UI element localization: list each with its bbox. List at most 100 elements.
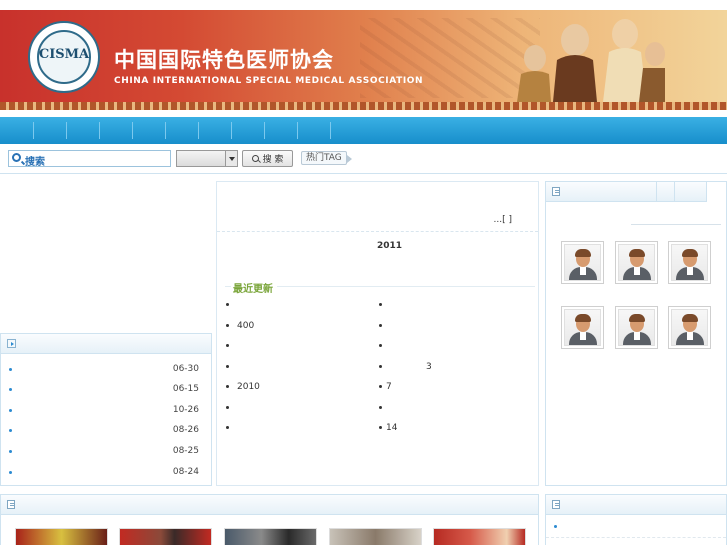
recent-item[interactable]: 2010: [226, 382, 260, 396]
news-date: 10-26: [172, 405, 199, 415]
divider: [225, 286, 231, 287]
recent-item[interactable]: [379, 300, 390, 314]
category-select[interactable]: [176, 150, 238, 167]
member-avatar[interactable]: [561, 306, 604, 349]
thumbnail-image: [330, 529, 421, 545]
recent-item[interactable]: [226, 300, 237, 314]
bullet-icon: [226, 365, 229, 368]
search-button-label: 搜 索: [262, 155, 284, 165]
recent-item-text: 7: [386, 382, 392, 392]
chevron-down-icon[interactable]: [225, 151, 237, 166]
bullet-icon: [379, 426, 382, 429]
center-content-panel: ...[ ] 2011 最近更新 400 2010 3 7 14: [216, 181, 539, 486]
bullet-icon: [9, 471, 12, 474]
hot-tag-link[interactable]: 热门TAG: [301, 151, 352, 165]
tab-1[interactable]: [656, 182, 674, 202]
recent-item-text: 3: [426, 362, 432, 372]
recent-item[interactable]: [226, 403, 237, 417]
bullet-icon: [9, 388, 12, 391]
news-item[interactable]: 06-30: [1, 360, 211, 378]
recent-item[interactable]: 7: [379, 382, 392, 396]
gallery-thumbnail[interactable]: [119, 528, 212, 545]
nav-separator: [33, 122, 34, 139]
avatar-hair: [629, 249, 645, 257]
bullet-icon: [226, 344, 229, 347]
recent-item-text: 2010: [237, 382, 260, 392]
left-column: 06-30 06-15 10-26 08-26 08-25 08-24: [0, 180, 212, 486]
avatar-hair: [575, 249, 591, 257]
avatar-frame: [618, 244, 655, 281]
member-avatar[interactable]: [561, 241, 604, 284]
bullet-icon: [9, 368, 12, 371]
thumbnail-image: [434, 529, 525, 545]
search-input-label: 搜索: [25, 157, 45, 168]
hot-tag-label: 热门TAG: [306, 153, 342, 163]
bullet-icon: [226, 406, 229, 409]
association-logo[interactable]: CISMA: [28, 21, 100, 93]
nav-separator: [198, 122, 199, 139]
member-avatar[interactable]: [615, 306, 658, 349]
recent-item-text: 400: [237, 321, 255, 331]
divider: [631, 224, 721, 225]
recent-item[interactable]: 14: [379, 423, 397, 437]
recent-item[interactable]: [226, 341, 237, 355]
search-bar: 搜索 搜 索 热门TAG: [0, 145, 727, 174]
tab-3[interactable]: [706, 182, 726, 202]
news-item[interactable]: 08-24: [1, 463, 211, 481]
avatar-frame: [618, 309, 655, 346]
photo-gallery-header: [1, 495, 538, 515]
avatar-collar: [634, 267, 640, 275]
photo-gallery-panel: [0, 494, 539, 545]
gallery-thumbnail[interactable]: [433, 528, 526, 545]
gallery-thumbnail[interactable]: [224, 528, 317, 545]
member-avatar[interactable]: [668, 306, 711, 349]
more-link[interactable]: ...[ ]: [494, 215, 512, 225]
links-panel-header: [546, 495, 726, 515]
recent-item[interactable]: 400: [226, 321, 254, 335]
avatar-frame: [671, 244, 708, 281]
news-date: 06-15: [172, 384, 199, 394]
bullet-icon: [379, 406, 382, 409]
avatar-collar: [580, 332, 586, 340]
recent-item[interactable]: 3: [379, 362, 432, 376]
member-avatar[interactable]: [668, 241, 711, 284]
avatar-collar: [687, 267, 693, 275]
recent-item[interactable]: [226, 423, 237, 437]
recent-item[interactable]: [379, 341, 390, 355]
recent-item[interactable]: [379, 403, 390, 417]
news-item[interactable]: 08-25: [1, 442, 211, 460]
news-item[interactable]: 06-15: [1, 380, 211, 398]
nav-separator: [231, 122, 232, 139]
avatar-collar: [687, 332, 693, 340]
avatar-frame: [564, 309, 601, 346]
thumbnail-image: [225, 529, 316, 545]
news-list-panel: 06-30 06-15 10-26 08-26 08-25 08-24: [0, 333, 212, 486]
arrow-right-icon: [7, 339, 16, 348]
recent-item[interactable]: [226, 362, 237, 376]
news-date: 08-26: [172, 425, 199, 435]
nav-separator: [330, 122, 331, 139]
avatar-hair: [629, 314, 645, 322]
gallery-thumbnail[interactable]: [329, 528, 422, 545]
avatar-hair: [682, 314, 698, 322]
bullet-icon: [379, 385, 382, 388]
bullet-icon: [9, 450, 12, 453]
nav-separator: [99, 122, 100, 139]
bullet-icon: [554, 525, 557, 528]
search-icon: [251, 155, 259, 162]
member-avatar[interactable]: [615, 241, 658, 284]
decorative-strip: [0, 102, 727, 110]
bullet-icon: [226, 303, 229, 306]
page: CISMA 中国国际特色医师协会 CHINA INTERNATIONAL SPE…: [0, 0, 727, 545]
search-button[interactable]: 搜 索: [242, 150, 293, 167]
recent-item[interactable]: [379, 321, 390, 335]
recent-updates-title: 最近更新: [233, 284, 273, 295]
news-item[interactable]: 10-26: [1, 401, 211, 419]
avatar-hair: [682, 249, 698, 257]
search-input[interactable]: 搜索: [8, 150, 171, 168]
tab-2[interactable]: [674, 182, 690, 202]
site-title: 中国国际特色医师协会: [114, 48, 334, 72]
avatar-hair: [575, 314, 591, 322]
gallery-thumbnail[interactable]: [15, 528, 108, 545]
news-item[interactable]: 08-26: [1, 421, 211, 439]
